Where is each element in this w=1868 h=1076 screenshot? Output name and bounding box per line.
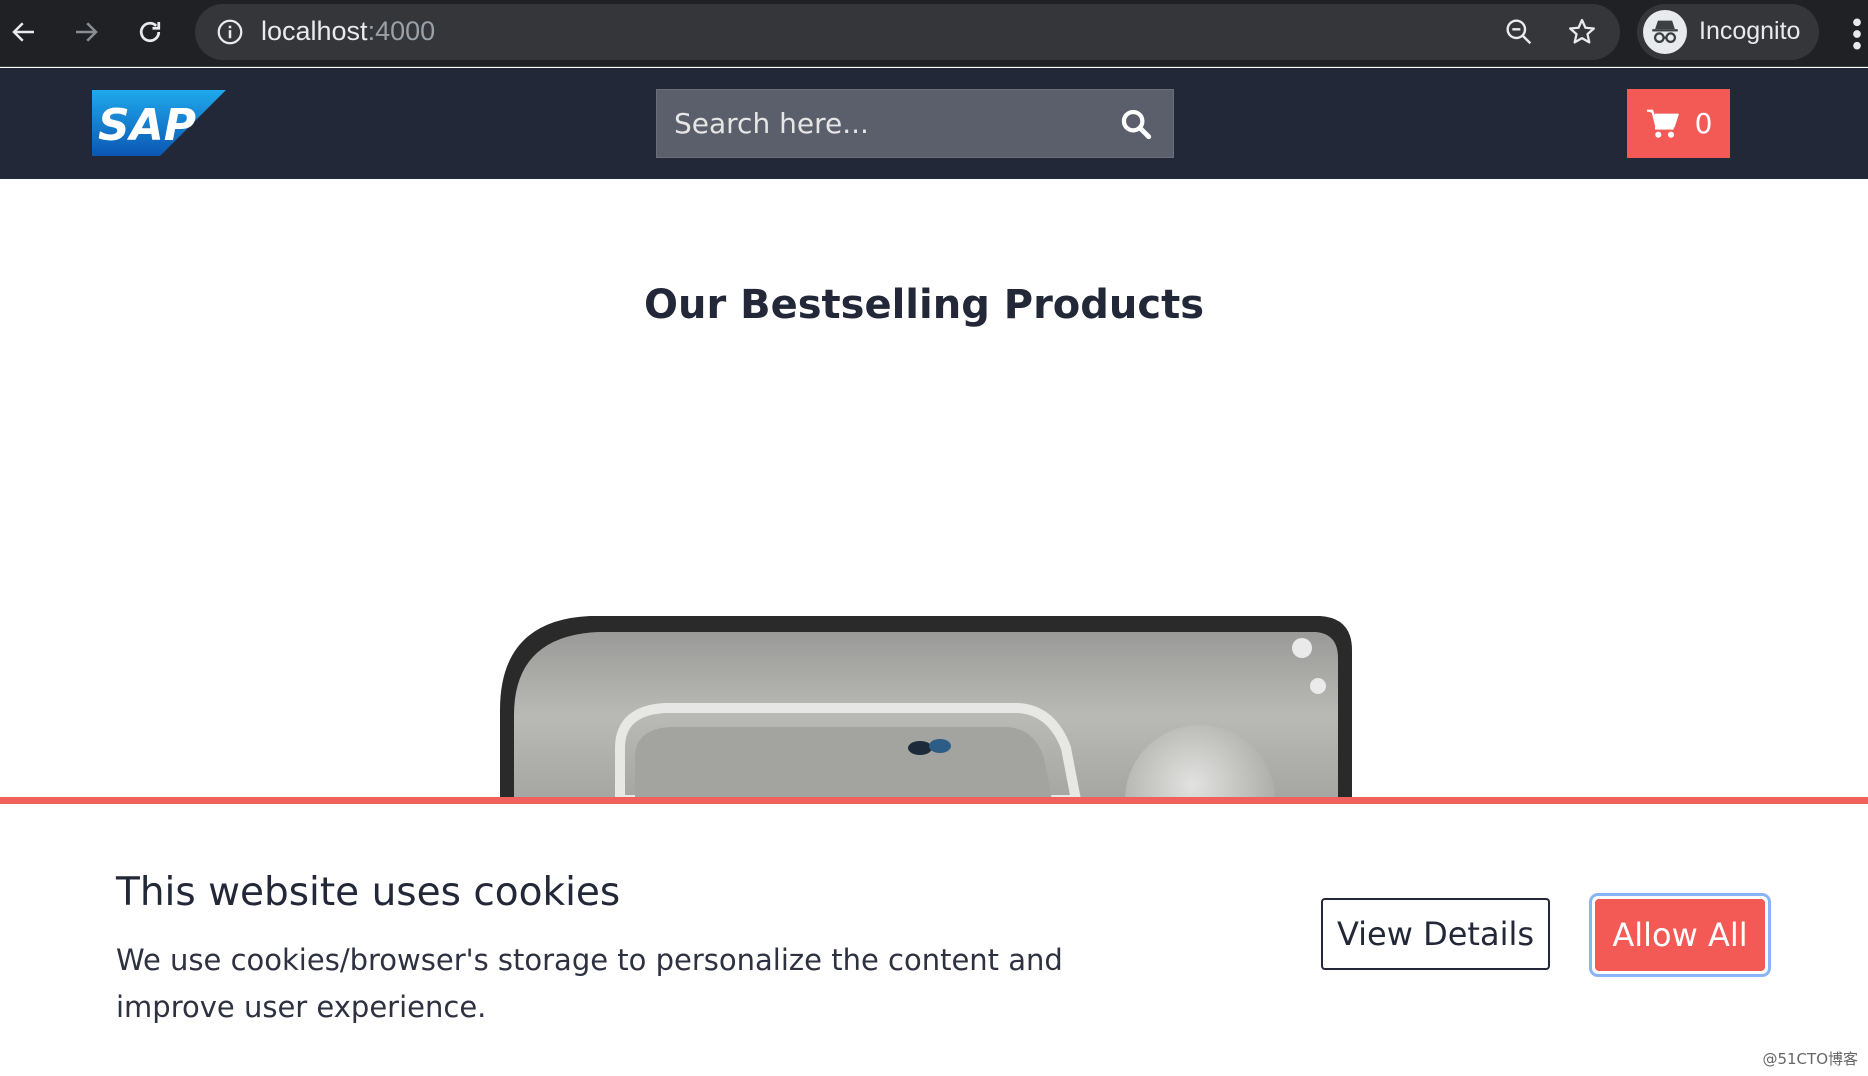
url-text: localhost:4000 bbox=[261, 16, 435, 47]
address-bar[interactable]: localhost:4000 bbox=[195, 4, 1620, 60]
url-host: localhost bbox=[261, 16, 368, 46]
search-input[interactable] bbox=[657, 90, 1097, 157]
forward-button[interactable] bbox=[64, 10, 108, 54]
allow-all-button[interactable]: Allow All bbox=[1595, 899, 1765, 971]
section-heading: Our Bestselling Products bbox=[643, 282, 1205, 328]
watermark: @51CTO博客 bbox=[1762, 1050, 1858, 1068]
cart-button[interactable]: 0 bbox=[1627, 89, 1730, 158]
logo-text: SAP bbox=[98, 100, 196, 151]
url-port: :4000 bbox=[367, 16, 436, 46]
browser-menu-icon[interactable] bbox=[1846, 14, 1868, 54]
cookie-banner: This website uses cookies We use cookies… bbox=[0, 797, 1868, 1076]
zoom-out-icon[interactable] bbox=[1503, 16, 1535, 48]
product-image[interactable] bbox=[440, 570, 1360, 800]
search-icon[interactable] bbox=[1119, 107, 1153, 141]
profile-label: Incognito bbox=[1699, 17, 1801, 45]
view-details-button[interactable]: View Details bbox=[1321, 898, 1550, 970]
bookmark-star-icon[interactable] bbox=[1566, 16, 1598, 48]
search-box bbox=[656, 89, 1174, 158]
site-header: SAP 0 bbox=[0, 68, 1868, 179]
forward-arrow-icon bbox=[76, 22, 98, 42]
shopping-cart-icon bbox=[1646, 109, 1679, 138]
browser-toolbar: localhost:4000 Incognito bbox=[0, 0, 1868, 67]
cookie-description: We use cookies/browser's storage to pers… bbox=[116, 943, 1063, 1024]
back-arrow-icon bbox=[12, 22, 34, 42]
cart-count: 0 bbox=[1694, 107, 1713, 140]
incognito-profile-button[interactable]: Incognito bbox=[1637, 4, 1819, 60]
reload-icon bbox=[139, 21, 161, 43]
site-info-icon[interactable] bbox=[215, 17, 245, 47]
incognito-icon bbox=[1643, 10, 1687, 54]
cookie-title: This website uses cookies bbox=[116, 870, 621, 915]
reload-button[interactable] bbox=[128, 10, 172, 54]
back-button[interactable] bbox=[2, 10, 46, 54]
sap-logo[interactable]: SAP bbox=[92, 90, 226, 156]
